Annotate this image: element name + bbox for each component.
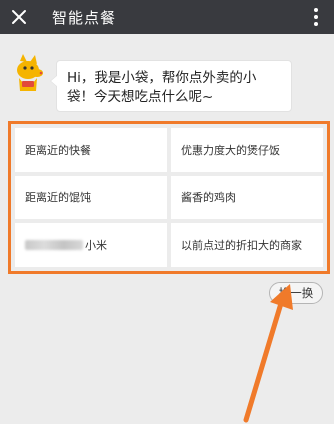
option-wonton-nearby[interactable]: 距离近的馄饨 [15, 175, 167, 220]
bot-message-bubble: Hi，我是小袋，帮你点外卖的小袋！今天想吃点什么呢~ [50, 60, 292, 112]
option-label: 距离近的馄饨 [25, 191, 91, 205]
option-label: 小米 [85, 239, 107, 253]
more-vertical-icon [314, 8, 318, 12]
option-claypot-rice-discount[interactable]: 优惠力度大的煲仔饭 [171, 128, 323, 172]
close-button[interactable] [0, 0, 38, 34]
options-highlight-frame: 距离近的快餐 优惠力度大的煲仔饭 距离近的馄饨 酱香的鸡肉 小米 以前点过的折扣… [8, 121, 330, 274]
refresh-button[interactable]: 换一换 [269, 282, 323, 304]
option-fast-food-nearby[interactable]: 距离近的快餐 [15, 128, 167, 172]
option-label: 酱香的鸡肉 [181, 191, 236, 205]
option-millet[interactable]: 小米 [15, 223, 167, 267]
kangaroo-avatar-icon [10, 53, 46, 93]
options-grid: 距离近的快餐 优惠力度大的煲仔饭 距离近的馄饨 酱香的鸡肉 小米 以前点过的折扣… [15, 128, 323, 267]
option-past-discount-shops[interactable]: 以前点过的折扣大的商家 [171, 223, 323, 267]
bot-message-text: Hi，我是小袋，帮你点外卖的小袋！今天想吃点什么呢~ [67, 70, 257, 105]
top-bar: 智能点餐 [0, 0, 334, 34]
more-button[interactable] [306, 0, 326, 34]
close-icon [12, 10, 26, 24]
option-label: 优惠力度大的煲仔饭 [181, 143, 280, 157]
blurred-text [25, 240, 83, 251]
option-soy-chicken[interactable]: 酱香的鸡肉 [171, 175, 323, 220]
option-label: 以前点过的折扣大的商家 [181, 239, 302, 253]
page-title: 智能点餐 [52, 8, 117, 27]
option-label: 距离近的快餐 [25, 143, 91, 157]
